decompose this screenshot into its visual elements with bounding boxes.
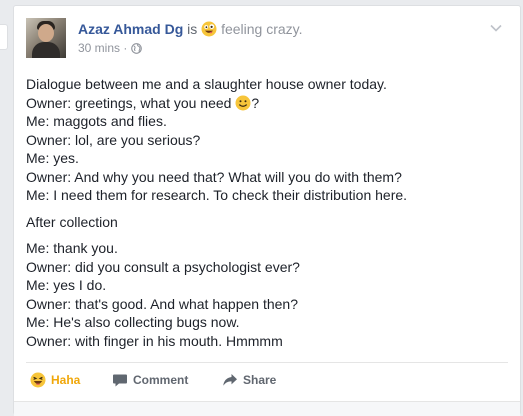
post-body: Dialogue between me and a slaughter hous… [26, 75, 506, 358]
crazy-face-emoji-icon [201, 21, 217, 37]
comment-area-edge [14, 401, 520, 416]
dialogue-paragraph-3: Me: thank you. Owner: did you consult a … [26, 239, 506, 350]
share-label: Share [243, 373, 277, 387]
smile-emoji-icon [235, 95, 251, 110]
post-title-line: Azaz Ahmad Dg is feeling crazy. [78, 19, 303, 39]
text-line: Dialogue between me and a slaughter hous… [26, 76, 387, 92]
post-header: Azaz Ahmad Dg is feeling crazy. 30 mins … [26, 18, 508, 62]
text-line: Me: maggots and flies. [26, 113, 167, 129]
text-line: Me: yes I do. [26, 277, 107, 293]
adjacent-panel-edge [0, 24, 8, 50]
text-line: Me: thank you. [26, 240, 118, 256]
text-line: Owner: lol, are you serious? [26, 131, 201, 148]
dialogue-paragraph-1: Dialogue between me and a slaughter hous… [26, 75, 506, 205]
post-actions: Haha Comment Share [26, 362, 508, 395]
text-line: Owner: And why you need that? What will … [26, 168, 402, 185]
comment-label: Comment [133, 373, 189, 387]
share-button[interactable]: Share [222, 371, 276, 389]
meta-separator: · [123, 41, 128, 55]
timestamp-link[interactable]: 30 mins [78, 41, 120, 55]
comment-icon [113, 374, 127, 387]
is-text: is [187, 21, 198, 37]
chevron-down-icon[interactable] [490, 24, 502, 32]
text-line: Owner: did you consult a psychologist ev… [26, 258, 300, 275]
text-line-with-emoji: Owner: greetings, what you need ? [26, 94, 506, 113]
dialogue-paragraph-2: After collection [26, 213, 506, 232]
text-line: Me: He's also collecting bugs now. [26, 314, 240, 330]
author-avatar[interactable] [26, 18, 66, 58]
text-line: Owner: with finger in his mouth. Hmmmm [26, 332, 283, 349]
share-arrow-icon [223, 374, 237, 386]
text-line: Me: I need them for research. To check t… [26, 187, 408, 203]
comment-button[interactable]: Comment [112, 371, 188, 389]
text-line: Me: yes. [26, 150, 79, 166]
globe-icon[interactable] [130, 43, 142, 54]
feeling-text[interactable]: feeling crazy. [221, 21, 302, 37]
text-line: After collection [26, 213, 118, 230]
question-mark: ? [251, 94, 260, 111]
haha-label: Haha [51, 373, 81, 387]
haha-reaction-button[interactable]: Haha [30, 371, 80, 389]
text-line: Owner: that's good. And what happen then… [26, 295, 298, 312]
post-meta: 30 mins · [78, 40, 142, 56]
author-name-link[interactable]: Azaz Ahmad Dg [78, 21, 183, 37]
text-line: Owner: greetings, what you need [26, 94, 232, 111]
haha-emoji-icon [30, 372, 46, 388]
post-card: Azaz Ahmad Dg is feeling crazy. 30 mins … [13, 5, 521, 416]
